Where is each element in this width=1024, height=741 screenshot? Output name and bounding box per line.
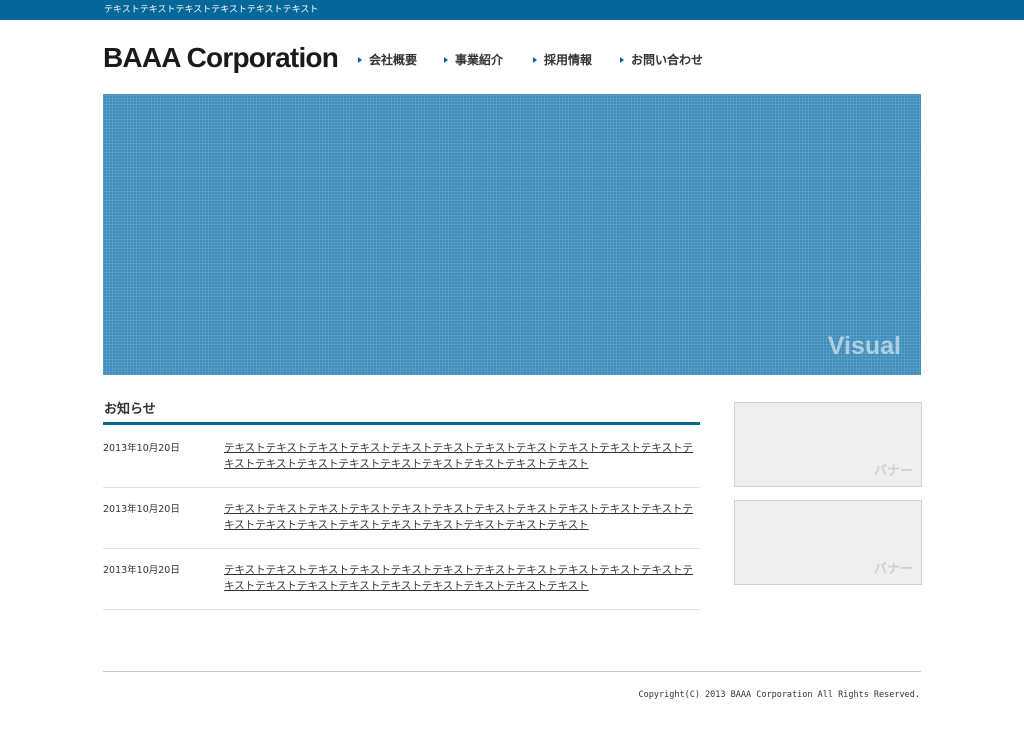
nav-item-business[interactable]: 事業紹介 [444,52,503,68]
nav-item-label: 事業紹介 [455,53,504,67]
footer-divider [103,671,921,672]
banner-label: バナー [873,464,913,479]
banner-label: バナー [873,562,913,577]
main-visual: Visual [103,94,921,375]
news-date: 2013年10月20日 [103,565,180,576]
news-link[interactable]: テキストテキストテキストテキストテキストテキストテキストテキストテキストテキスト… [224,562,700,594]
nav-item-label: 会社概要 [369,53,418,67]
nav-item-company[interactable]: 会社概要 [358,52,417,68]
news-item: 2013年10月20日 テキストテキストテキストテキストテキストテキストテキスト… [103,426,700,488]
news-date: 2013年10月20日 [103,504,180,515]
visual-label: Visual [827,332,901,360]
nav-item-label: 採用情報 [544,53,593,67]
news-item: 2013年10月20日 テキストテキストテキストテキストテキストテキストテキスト… [103,487,700,549]
nav-item-label: お問い合わせ [631,53,704,67]
news-heading: お知らせ [104,402,156,417]
sidebar-banner[interactable]: バナー [734,500,922,585]
news-date: 2013年10月20日 [103,443,180,454]
news-link[interactable]: テキストテキストテキストテキストテキストテキストテキストテキストテキストテキスト… [224,440,700,472]
triangle-right-icon [533,57,537,63]
news-heading-underline [103,422,700,425]
nav-item-contact[interactable]: お問い合わせ [620,52,703,68]
top-bar: テキストテキストテキストテキストテキストテキスト [0,0,1024,20]
copyright: Copyright(C) 2013 BAAA Corporation All R… [638,690,920,700]
news-link[interactable]: テキストテキストテキストテキストテキストテキストテキストテキストテキストテキスト… [224,501,700,533]
news-item: 2013年10月20日 テキストテキストテキストテキストテキストテキストテキスト… [103,548,700,610]
triangle-right-icon [444,57,448,63]
triangle-right-icon [358,57,362,63]
site-logo[interactable]: BAAA Corporation [103,41,339,75]
nav-item-recruit[interactable]: 採用情報 [533,52,592,68]
sidebar-banner[interactable]: バナー [734,402,922,487]
topbar-text: テキストテキストテキストテキストテキストテキスト [104,5,319,15]
triangle-right-icon [620,57,624,63]
